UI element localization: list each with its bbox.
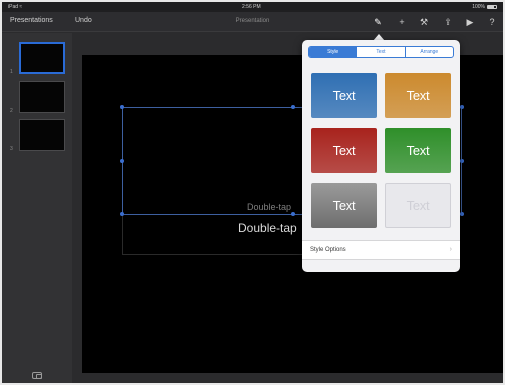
style-options-row[interactable]: Style Options › xyxy=(302,240,460,260)
slide-thumbnail-1[interactable] xyxy=(19,42,65,74)
resize-handle-top-right[interactable] xyxy=(460,105,464,109)
swatch-label: Text xyxy=(332,143,356,158)
slide-thumbnail-3[interactable] xyxy=(19,119,65,151)
slide-number: 2 xyxy=(10,108,13,114)
battery-percent: 100% xyxy=(472,4,485,10)
slide-number: 3 xyxy=(10,146,13,152)
resize-handle-bottom-left[interactable] xyxy=(120,212,124,216)
tab-text[interactable]: Text xyxy=(356,47,404,57)
style-options-label: Style Options xyxy=(310,247,346,253)
swatch-label: Text xyxy=(406,198,430,213)
swatch-label: Text xyxy=(332,88,356,103)
title-placeholder[interactable]: Double-tap xyxy=(238,221,297,235)
paintbrush-icon[interactable]: ✎ xyxy=(372,16,384,28)
resize-handle-top-left[interactable] xyxy=(120,105,124,109)
help-icon[interactable]: ? xyxy=(486,16,498,28)
tab-arrange[interactable]: Arrange xyxy=(404,47,453,57)
swatch-label: Text xyxy=(332,198,356,213)
swatch-label: Text xyxy=(406,143,430,158)
battery-status: 100% xyxy=(472,4,497,10)
resize-handle-bottom-right[interactable] xyxy=(460,212,464,216)
swatch-label: Text xyxy=(406,88,430,103)
app-window: iPad ≈ 2:56 PM 100% Presentations Undo P… xyxy=(0,0,505,385)
plus-icon[interactable]: + xyxy=(396,16,408,28)
format-tabs: Style Text Arrange xyxy=(308,46,454,58)
style-swatch-orange[interactable]: Text xyxy=(385,73,451,118)
style-swatch-green[interactable]: Text xyxy=(385,128,451,173)
resize-handle-top[interactable] xyxy=(291,105,295,109)
status-bar: iPad ≈ 2:56 PM 100% xyxy=(2,2,503,12)
add-slide-icon xyxy=(32,371,42,379)
play-icon[interactable]: ▶ xyxy=(464,16,476,28)
resize-handle-left[interactable] xyxy=(120,159,124,163)
add-slide-button[interactable] xyxy=(29,370,45,380)
tab-style[interactable]: Style xyxy=(309,47,357,57)
style-swatch-blue[interactable]: Text xyxy=(311,73,377,118)
resize-handle-right[interactable] xyxy=(460,159,464,163)
resize-handle-bottom[interactable] xyxy=(291,212,295,216)
style-swatch-red[interactable]: Text xyxy=(311,128,377,173)
style-swatch-gray[interactable]: Text xyxy=(311,183,377,228)
clock: 2:56 PM xyxy=(242,4,261,10)
wrench-icon[interactable]: ⚒ xyxy=(418,16,430,28)
slide-navigator: 1 2 3 xyxy=(2,33,72,383)
chevron-right-icon: › xyxy=(449,246,452,253)
slide-number: 1 xyxy=(10,69,13,75)
share-icon[interactable]: ⇪ xyxy=(442,16,454,28)
device-name: iPad ≈ xyxy=(8,4,23,10)
battery-icon xyxy=(487,5,497,9)
toolbar: Presentations Undo Presentation ✎ + ⚒ ⇪ … xyxy=(2,12,503,32)
slide-thumbnail-2[interactable] xyxy=(19,81,65,113)
style-swatch-light[interactable]: Text xyxy=(385,183,451,228)
subtitle-placeholder[interactable]: Double-tap xyxy=(247,202,291,212)
